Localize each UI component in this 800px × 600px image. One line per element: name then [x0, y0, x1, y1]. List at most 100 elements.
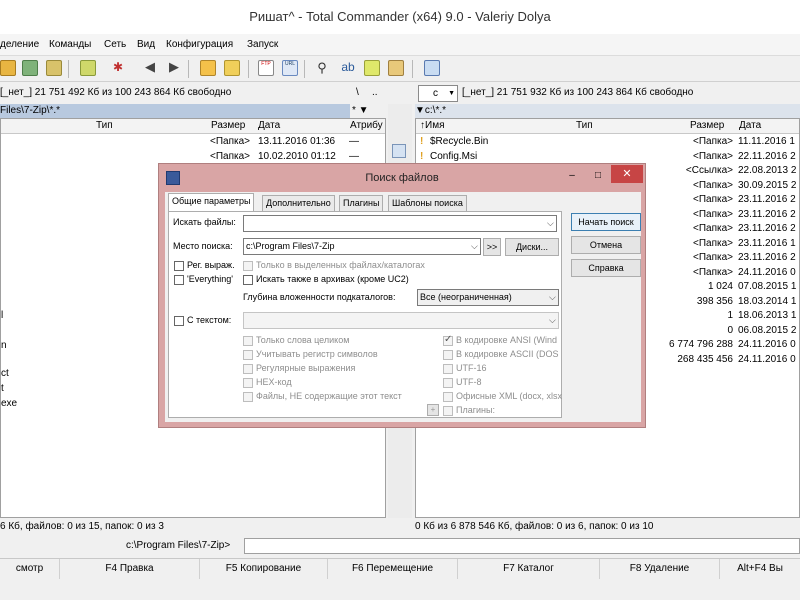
f6-move-button[interactable]: F6 Перемещение	[328, 559, 458, 579]
menu-item-network[interactable]: Сеть	[104, 34, 126, 56]
file-name: l	[1, 310, 4, 321]
toolbar-separator	[188, 60, 189, 78]
file-date: 24.11.2016 0	[738, 266, 796, 278]
left-path-bar[interactable]: Files\7-Zip\*.*	[0, 104, 350, 118]
table-row[interactable]: ! $Recycle.Bin <Папка> 11.11.2016 1	[416, 135, 799, 150]
invert-selection-icon[interactable]	[80, 60, 96, 76]
left-root-button[interactable]: \	[356, 84, 359, 102]
find-files-dialog: Поиск файлов – □ ✕ Общие параметры Допол…	[158, 163, 646, 428]
table-row[interactable]: ! Config.Msi <Папка> 22.11.2016 2	[416, 150, 799, 165]
f5-copy-button[interactable]: F5 Копирование	[200, 559, 328, 579]
url-connect-icon[interactable]: URL	[282, 60, 298, 76]
copy-icon[interactable]	[392, 144, 406, 158]
back-icon[interactable]: ◀	[142, 60, 158, 76]
table-row[interactable]: <Папка> 13.11.2016 01:36 —	[1, 135, 385, 150]
f8-delete-button[interactable]: F8 Удаление	[600, 559, 720, 579]
plugins-checkbox[interactable]	[443, 406, 453, 416]
text-input[interactable]	[243, 312, 559, 329]
ansi-checkbox[interactable]	[443, 334, 453, 346]
notepad-icon[interactable]	[424, 60, 440, 76]
ascii-checkbox[interactable]	[443, 350, 453, 360]
cancel-button[interactable]: Отмена	[571, 236, 641, 254]
whole-words-checkbox[interactable]	[243, 336, 253, 346]
column-header-date[interactable]: Дата	[739, 120, 761, 131]
thumbnails-icon[interactable]	[22, 60, 38, 76]
browse-button[interactable]: >>	[483, 238, 501, 256]
close-icon[interactable]: ✕	[611, 165, 643, 183]
maximize-icon[interactable]: □	[591, 169, 605, 183]
alt-f4-exit-button[interactable]: Alt+F4 Вы	[720, 559, 800, 579]
hex-checkbox[interactable]	[243, 378, 253, 388]
utf8-checkbox[interactable]	[443, 378, 453, 388]
office-xml-checkbox[interactable]	[443, 392, 453, 402]
file-size: <Папка>	[210, 151, 250, 162]
minimize-icon[interactable]: –	[565, 169, 579, 183]
pack-icon[interactable]	[200, 60, 216, 76]
file-date: 18.06.2013 1	[738, 310, 797, 321]
chevron-down-icon[interactable]: ⌵	[549, 292, 556, 303]
start-search-button[interactable]: Начать поиск	[571, 213, 641, 231]
hidden-folder-icon: !	[420, 150, 424, 162]
column-header-size[interactable]: Размер	[211, 120, 245, 131]
binoculars-search-icon[interactable]: ⚲	[314, 60, 330, 76]
command-input[interactable]	[244, 538, 800, 554]
only-selected-checkbox[interactable]	[243, 261, 253, 271]
column-header-type[interactable]: Тип	[96, 120, 113, 131]
chevron-down-icon[interactable]: ⌵	[547, 218, 554, 229]
f3-view-button[interactable]: смотр	[0, 559, 60, 579]
menu-item-commands[interactable]: Команды	[49, 34, 91, 56]
tree-icon[interactable]	[46, 60, 62, 76]
file-date: 24.11.2016 0	[738, 339, 796, 350]
regex-text-label: Регулярные выражения	[256, 363, 356, 373]
drives-button[interactable]: Диски...	[505, 238, 559, 256]
chevron-down-icon[interactable]: ⌵	[471, 241, 478, 252]
search-in-input[interactable]: c:\Program Files\7-Zip	[243, 238, 481, 255]
ftp-connect-icon[interactable]: FTP	[258, 60, 274, 76]
depth-select[interactable]: Все (неограниченная)	[417, 289, 559, 306]
left-filter[interactable]: * ▼	[352, 104, 382, 118]
tab-plugins[interactable]: Плагины	[339, 195, 384, 211]
left-up-button[interactable]: ..	[372, 84, 378, 102]
regex-checkbox[interactable]	[174, 261, 184, 271]
menu-item-launch[interactable]: Запуск	[247, 34, 278, 56]
window-title: Ришат^ - Total Commander (x64) 9.0 - Val…	[249, 9, 551, 24]
column-header-attr[interactable]: Атрибу	[350, 120, 383, 131]
file-name: exe	[1, 398, 18, 409]
f7-mkdir-button[interactable]: F7 Каталог	[458, 559, 600, 579]
right-drive-selector[interactable]: c ▼	[418, 85, 458, 102]
column-header-date[interactable]: Дата	[258, 120, 280, 131]
tab-search-templates[interactable]: Шаблоны поиска	[388, 195, 467, 211]
command-line-row: c:\Program Files\7-Zip>	[0, 536, 800, 556]
add-plugin-button[interactable]: +	[427, 404, 439, 416]
menu-item-selection[interactable]: деление	[0, 34, 39, 56]
case-sensitive-checkbox[interactable]	[243, 350, 253, 360]
whole-words-label: Только слова целиком	[256, 335, 350, 345]
right-path-bar[interactable]: ▼c:\*.*	[415, 104, 800, 118]
menu-item-view[interactable]: Вид	[137, 34, 155, 56]
everything-checkbox[interactable]	[174, 275, 184, 285]
rename-icon[interactable]: ab	[340, 60, 356, 76]
column-header-type[interactable]: Тип	[576, 120, 593, 131]
menu-item-configuration[interactable]: Конфигурация	[166, 34, 233, 56]
search-files-input[interactable]	[243, 215, 557, 232]
unpack-all-icon[interactable]	[224, 60, 240, 76]
not-containing-checkbox[interactable]	[243, 392, 253, 402]
compare-icon[interactable]	[388, 60, 404, 76]
regex-text-checkbox[interactable]	[243, 364, 253, 374]
forward-icon[interactable]: ▶	[166, 60, 182, 76]
sync-dirs-icon[interactable]	[364, 60, 380, 76]
tab-general[interactable]: Общие параметры	[168, 193, 255, 211]
tab-advanced[interactable]: Дополнительно	[262, 195, 335, 211]
help-button[interactable]: Справка	[571, 259, 641, 277]
file-size: 1	[727, 310, 733, 321]
unpack-icon[interactable]: ✱	[110, 60, 126, 76]
column-header-name[interactable]: ↑Имя	[420, 120, 444, 131]
refresh-icon[interactable]	[0, 60, 16, 76]
search-archives-checkbox[interactable]	[243, 275, 253, 285]
column-header-size[interactable]: Размер	[690, 120, 724, 131]
everything-label: 'Everything'	[187, 274, 233, 284]
utf16-checkbox[interactable]	[443, 364, 453, 374]
with-text-checkbox[interactable]	[174, 316, 184, 326]
left-column-headers: Тип Размер Дата Атрибу	[1, 119, 385, 134]
f4-edit-button[interactable]: F4 Правка	[60, 559, 200, 579]
